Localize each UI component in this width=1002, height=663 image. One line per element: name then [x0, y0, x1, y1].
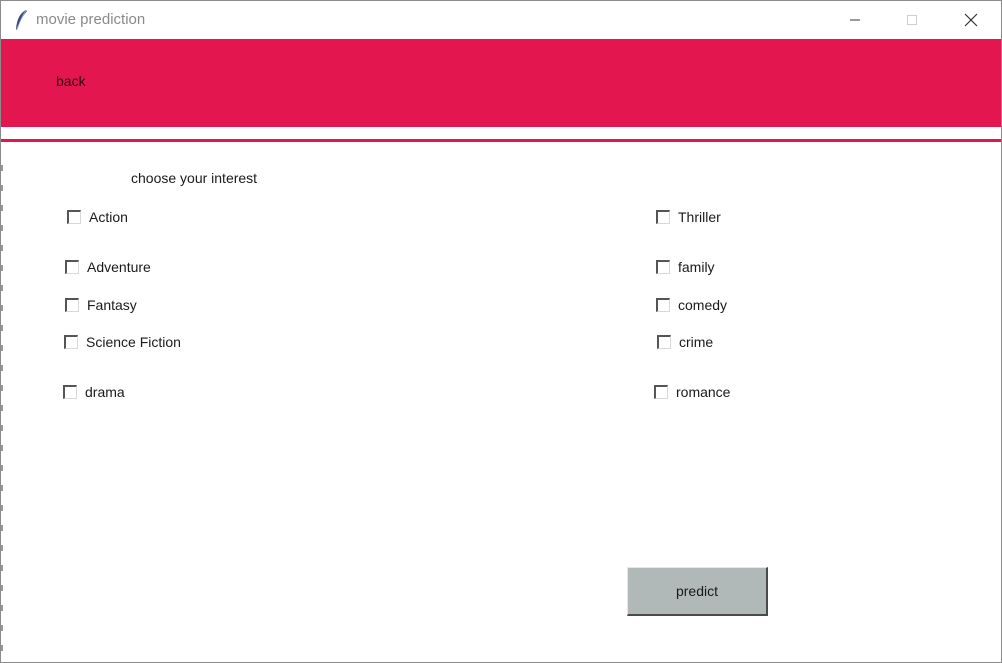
genre-checkbox-family[interactable]: family [656, 259, 715, 275]
checkbox-square[interactable] [654, 385, 668, 399]
genre-label: Science Fiction [86, 334, 181, 350]
minimize-button[interactable] [826, 1, 884, 39]
genre-checkbox-science-fiction[interactable]: Science Fiction [64, 334, 181, 350]
genre-label: Thriller [678, 209, 721, 225]
header-divider [1, 139, 1001, 142]
genre-checkbox-adventure[interactable]: Adventure [65, 259, 151, 275]
left-edge-artifact [1, 151, 3, 651]
genre-label: comedy [678, 297, 728, 313]
feather-icon [16, 9, 27, 30]
checkbox-square[interactable] [656, 210, 670, 224]
app-window: movie prediction back choose your intere… [0, 0, 1002, 663]
checkbox-square[interactable] [64, 335, 78, 349]
genre-label: romance [676, 384, 731, 400]
checkbox-square[interactable] [656, 260, 670, 274]
predict-button[interactable]: predict [627, 567, 768, 616]
genre-checkbox-crime[interactable]: crime [657, 334, 713, 350]
genre-label: crime [679, 334, 714, 350]
maximize-icon [907, 15, 917, 25]
checkbox-square[interactable] [65, 298, 79, 312]
genre-checkbox-drama[interactable]: drama [63, 384, 125, 400]
checkbox-square[interactable] [67, 210, 81, 224]
genre-checkbox-romance[interactable]: romance [654, 384, 730, 400]
checkbox-square[interactable] [656, 298, 670, 312]
checkbox-square[interactable] [65, 260, 79, 274]
title-bar: movie prediction [1, 1, 1001, 39]
minimize-icon [850, 19, 860, 21]
checkbox-square[interactable] [657, 335, 671, 349]
close-icon [964, 13, 978, 27]
genre-label: Adventure [87, 259, 151, 275]
genre-label: drama [85, 384, 125, 400]
genre-checkbox-thriller[interactable]: Thriller [656, 209, 721, 225]
section-heading: choose your interest [131, 170, 258, 186]
maximize-button[interactable] [883, 1, 941, 39]
window-title: movie prediction [36, 11, 146, 28]
genre-label: family [678, 259, 715, 275]
genre-checkbox-comedy[interactable]: comedy [656, 297, 727, 313]
checkbox-square[interactable] [63, 385, 77, 399]
genre-label: Action [89, 209, 128, 225]
genre-label: Fantasy [87, 297, 137, 313]
header-band: back [1, 39, 1001, 127]
close-button[interactable] [942, 1, 1000, 39]
back-button[interactable]: back [56, 73, 86, 89]
genre-checkbox-action[interactable]: Action [67, 209, 128, 225]
genre-checkbox-fantasy[interactable]: Fantasy [65, 297, 137, 313]
